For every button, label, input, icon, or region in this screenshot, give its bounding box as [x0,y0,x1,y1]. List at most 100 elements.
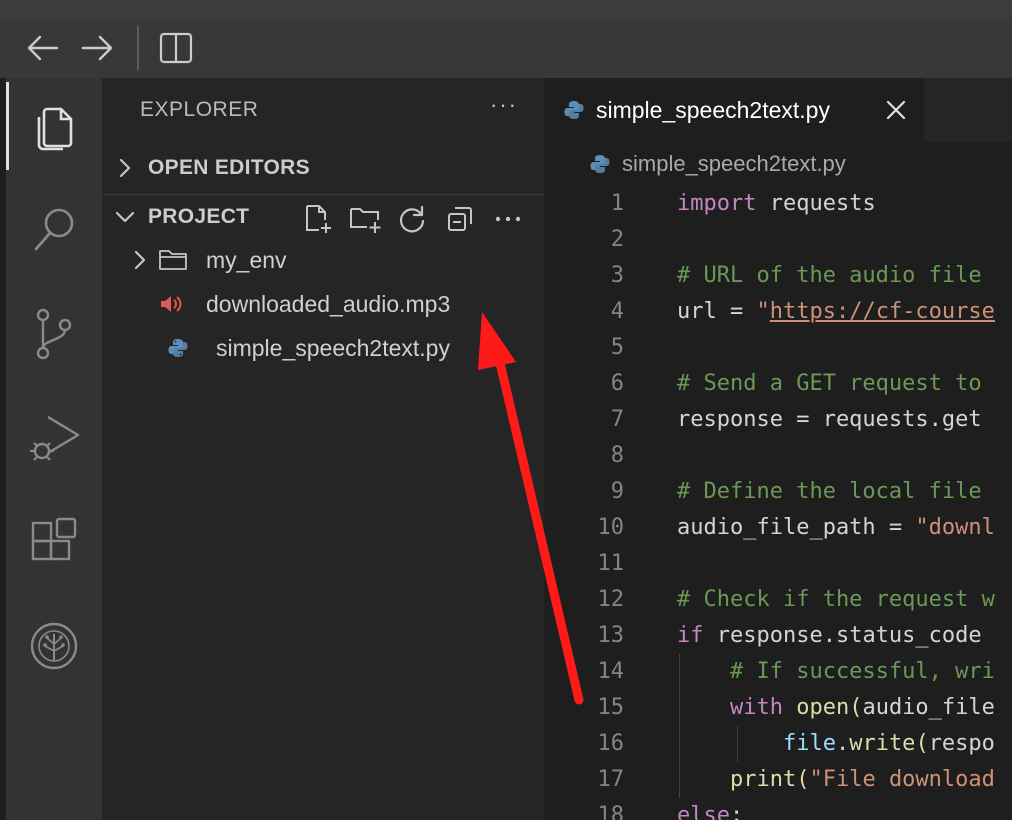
files-icon [37,107,73,151]
python-file-icon [590,154,610,174]
code-token: print [729,767,797,792]
tree-item-python-file[interactable]: simple_speech2text.py [102,326,544,370]
code-token: url = [677,299,757,324]
line-number: 3 [610,263,624,288]
code-line[interactable]: 15 with open(audio_file [544,690,1012,726]
activity-run-debug[interactable] [6,388,102,488]
collapse-all-button[interactable] [443,202,477,236]
python-file-icon [168,338,216,358]
code-line[interactable]: 4 url = "https://cf-course [544,294,1012,330]
line-number: 8 [610,443,624,468]
code-token: "downl [915,515,995,540]
back-button[interactable] [24,30,60,66]
code-line[interactable]: 16 file.write(respo [544,726,1012,762]
activity-source-control[interactable] [6,284,102,384]
code-token: response = requests.get [677,407,982,432]
line-number: 7 [610,407,624,432]
code-token: " [756,299,770,324]
new-file-button[interactable] [300,202,334,236]
code-token: audio_file_path = [677,515,916,540]
code-text: file.write(respo [677,726,995,762]
code-token: with [729,695,783,720]
split-editor-icon [159,32,193,64]
tree-item-folder[interactable]: my_env [102,238,544,282]
code-token: file [782,731,836,756]
explorer-sidebar: EXPLORER ··· OPEN EDITORS PROJECT my_env… [102,78,544,820]
code-text: response = requests.get [677,402,982,438]
python-file-icon [564,100,584,120]
open-editors-label: OPEN EDITORS [148,156,310,179]
chevron-right-icon [132,249,158,271]
code-token: requests [756,191,876,216]
code-line[interactable]: 2 [544,222,1012,258]
tree-item-label: downloaded_audio.mp3 [206,290,451,317]
activity-search[interactable] [6,180,102,280]
refresh-icon [399,205,425,233]
code-line[interactable]: 17 print("File download [544,762,1012,798]
code-line[interactable]: 18 else: [544,798,1012,820]
explorer-more-button[interactable]: ··· [490,92,518,118]
new-file-icon [306,205,331,233]
code-line[interactable]: 14 # If successful, wri [544,654,1012,690]
new-folder-button[interactable] [348,202,382,236]
open-editors-section[interactable]: OPEN EDITORS [102,146,544,190]
project-more-button[interactable] [491,202,525,236]
forward-button[interactable] [80,30,116,66]
tree-item-label: my_env [206,246,287,273]
line-number: 5 [610,335,624,360]
code-line[interactable]: 13 if response.status_code [544,618,1012,654]
toggle-layout-button[interactable] [158,30,194,66]
tree-item-label: simple_speech2text.py [216,334,450,361]
line-number: 1 [610,191,624,216]
code-line[interactable]: 5 [544,330,1012,366]
code-line[interactable]: 10 audio_file_path = "downl [544,510,1012,546]
line-number: 6 [610,371,624,396]
close-icon[interactable] [884,98,908,122]
code-editor[interactable]: 1 import requests 2 3 # URL of the audio fil… [544,186,1012,820]
indent-guide [679,690,680,726]
code-token: # If successful, wri [677,659,995,684]
code-token: ( [849,695,863,720]
tree-item-audio-file[interactable]: downloaded_audio.mp3 [102,282,544,326]
tab-simple-speech2text[interactable]: simple_speech2text.py [544,78,924,142]
code-text: if response.status_code [677,618,982,654]
explorer-title: EXPLORER [140,98,259,121]
new-folder-icon [350,208,381,233]
activity-custom-extension[interactable] [6,596,102,696]
code-token: # Send a GET request to [677,371,982,396]
code-line[interactable]: 6 # Send a GET request to [544,366,1012,402]
code-text: # URL of the audio file [677,258,982,294]
code-line[interactable]: 9 # Define the local file [544,474,1012,510]
activity-extensions[interactable] [6,492,102,592]
code-line[interactable]: 3 # URL of the audio file [544,258,1012,294]
code-token: ( [796,767,810,792]
code-line[interactable]: 7 response = requests.get [544,402,1012,438]
code-token: "File download [809,767,995,792]
extensions-icon [31,517,77,561]
code-line[interactable]: 8 [544,438,1012,474]
code-line[interactable]: 1 import requests [544,186,1012,222]
tab-bar: simple_speech2text.py [544,78,1012,142]
code-line[interactable]: 11 [544,546,1012,582]
code-token: https://cf-course [769,299,995,324]
project-label: PROJECT [148,205,250,228]
arrow-right-icon [81,35,113,61]
code-token: else [677,803,730,820]
code-token: import [677,191,757,216]
indent-guide [679,726,680,762]
refresh-button[interactable] [395,202,429,236]
code-text: # Check if the request w [677,582,995,618]
code-line[interactable]: 12 # Check if the request w [544,582,1012,618]
code-token: # Check if the request w [677,587,995,612]
activity-explorer[interactable] [6,78,102,178]
line-number: 14 [597,659,625,684]
code-token: if [677,623,704,648]
line-number: 15 [597,695,625,720]
breadcrumb[interactable]: simple_speech2text.py [544,142,1012,186]
line-number: 11 [597,551,625,576]
indent-guide [737,726,738,762]
